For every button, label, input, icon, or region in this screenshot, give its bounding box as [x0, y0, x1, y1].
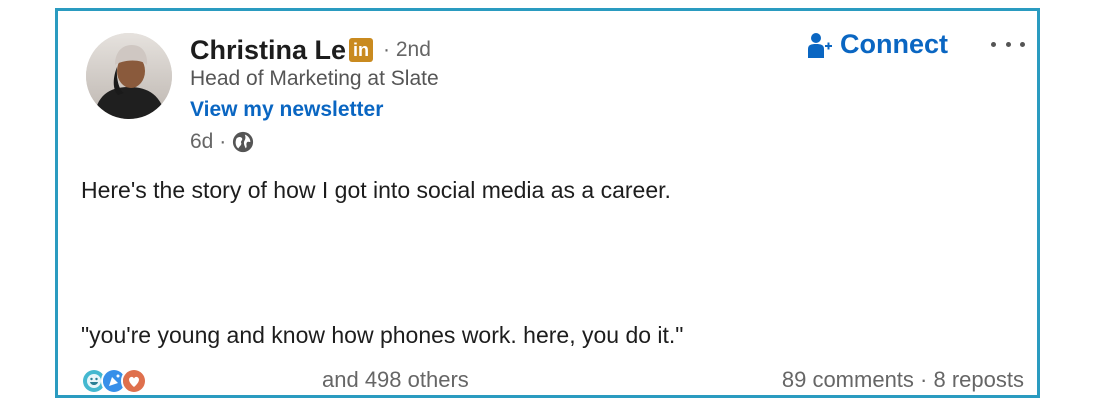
reposts-count[interactable]: 8 reposts: [934, 367, 1025, 392]
connection-degree: · 2nd: [383, 38, 431, 61]
post-card: Christina Le in · 2nd Head of Marketing …: [55, 8, 1040, 398]
author-headline: Head of Marketing at Slate: [190, 67, 439, 90]
more-options-button[interactable]: [991, 29, 1025, 59]
reaction-icons[interactable]: [81, 367, 147, 395]
separator-dot: ·: [920, 367, 928, 392]
author-name[interactable]: Christina Le: [190, 35, 346, 66]
post-text-line: Here's the story of how I got into socia…: [81, 177, 671, 203]
ellipsis-icon-dot: [1020, 41, 1025, 47]
view-newsletter-link[interactable]: View my newsletter: [190, 98, 383, 122]
globe-icon: [233, 131, 254, 153]
author-name-row: Christina Le in · 2nd: [190, 33, 431, 67]
ellipsis-icon-dot: [1005, 41, 1011, 47]
reactions-count[interactable]: and 498 others: [322, 367, 469, 393]
add-person-icon: [808, 32, 832, 58]
social-counts: 89 comments · 8 reposts: [782, 367, 1024, 393]
post-time: 6d ·: [190, 130, 227, 153]
connect-label: Connect: [840, 29, 948, 59]
connect-button[interactable]: Connect: [808, 29, 948, 60]
post-text-line: "you're young and know how phones work. …: [81, 322, 684, 348]
ellipsis-icon-dot: [991, 41, 996, 47]
avatar-photo: [86, 33, 172, 119]
avatar[interactable]: [86, 33, 172, 119]
love-icon: [121, 368, 147, 394]
linkedin-premium-icon: in: [349, 38, 374, 62]
post-timestamp: 6d ·: [190, 130, 254, 154]
comments-count[interactable]: 89 comments: [782, 367, 914, 392]
